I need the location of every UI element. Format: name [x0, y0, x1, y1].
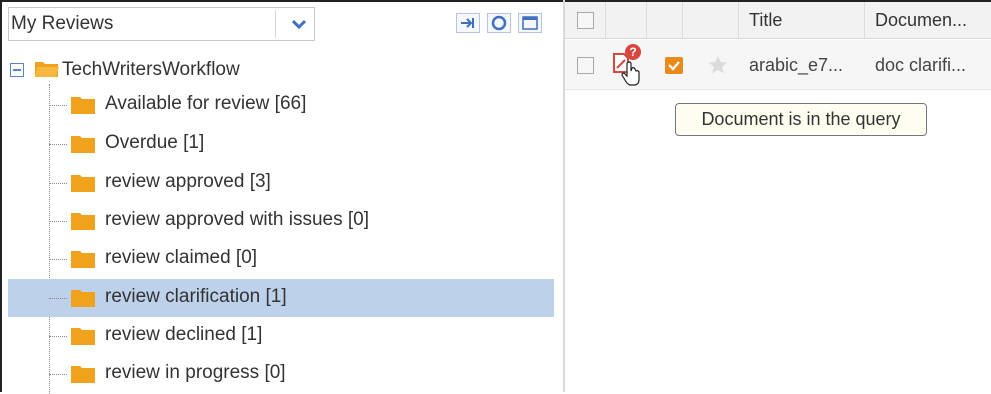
row-document: doc clarifi...: [875, 54, 967, 75]
left-panel: My Reviews TechWritersWorkflow Available…: [0, 0, 563, 394]
collapse-icon[interactable]: [10, 63, 24, 77]
folder-icon: [70, 249, 96, 274]
tree-item-review-declined[interactable]: review declined [1]: [8, 317, 554, 355]
tree-item-review-clarification[interactable]: review clarification [1]: [8, 279, 554, 317]
select-all-cell: [565, 2, 606, 39]
task-icon[interactable]: [663, 40, 693, 90]
header-icon-col-2: [647, 2, 683, 39]
folder-icon: [70, 134, 96, 159]
folder-icon: [70, 173, 96, 198]
tree-item-review-approved[interactable]: review approved [3]: [8, 164, 554, 202]
select-all-checkbox[interactable]: [576, 12, 594, 29]
table-row[interactable]: ? arabic_e7... doc clarifi...: [565, 40, 991, 90]
tree-item-overdue[interactable]: Overdue [1]: [8, 125, 554, 163]
tree-item-label: review approved with issues [0]: [105, 209, 370, 230]
panel-toolbar: [454, 8, 544, 38]
row-checkbox[interactable]: [577, 56, 594, 74]
tooltip: Document is in the query: [675, 103, 927, 136]
view-select-value: My Reviews: [11, 13, 114, 34]
chevron-down-icon[interactable]: [284, 19, 314, 29]
row-select-cell: [565, 40, 606, 90]
tree-item-label: review declined [1]: [105, 324, 263, 345]
tree-item-label: review claimed [0]: [105, 247, 258, 268]
tree-item-label: review clarification [1]: [105, 286, 287, 307]
folder-icon: [70, 211, 96, 236]
tree-item-available-for-review[interactable]: Available for review [66]: [8, 86, 554, 124]
tree-item-label: Available for review [66]: [105, 93, 307, 114]
column-header-document-label: Documen...: [875, 10, 968, 30]
tree-root-label: TechWritersWorkflow: [62, 59, 240, 80]
svg-text:?: ?: [629, 45, 636, 59]
refresh-icon[interactable]: [485, 8, 513, 38]
row-document-cell: doc clarifi...: [875, 40, 991, 90]
view-select[interactable]: My Reviews: [8, 7, 315, 41]
column-header-document[interactable]: Documen...: [865, 2, 991, 39]
column-header-title[interactable]: Title: [739, 2, 865, 39]
view-select-separator: [275, 10, 276, 38]
tree-item-label: review in progress [0]: [105, 362, 286, 383]
grid-header: Title Documen...: [565, 2, 991, 39]
tree-item-review-in-progress[interactable]: review in progress [0]: [8, 355, 554, 393]
results-grid: Title Documen... ? arabic_e7... doc clar…: [565, 0, 991, 392]
tooltip-text: Document is in the query: [701, 109, 901, 129]
header-icon-col-3: [683, 2, 739, 39]
tree-root[interactable]: TechWritersWorkflow: [8, 50, 240, 90]
header-icon-col-1: [606, 2, 647, 39]
column-header-title-label: Title: [749, 10, 783, 30]
tree-item-review-claimed[interactable]: review claimed [0]: [8, 240, 554, 278]
folder-icon: [70, 364, 96, 389]
folder-open-icon: [34, 59, 60, 84]
star-icon[interactable]: [707, 40, 737, 90]
folder-icon: [70, 288, 96, 313]
folder-icon: [70, 95, 96, 120]
tree-item-review-approved-with-issues[interactable]: review approved with issues [0]: [8, 202, 554, 240]
folder-icon: [70, 326, 96, 351]
pdf-query-icon[interactable]: ?: [609, 40, 653, 90]
pin-icon[interactable]: [454, 8, 482, 38]
app-frame: My Reviews TechWritersWorkflow Available…: [0, 0, 991, 394]
row-title-cell: arabic_e7...: [749, 40, 865, 90]
row-title: arabic_e7...: [749, 54, 844, 75]
tree-item-label: Overdue [1]: [105, 132, 205, 153]
tree-item-label: review approved [3]: [105, 171, 271, 192]
window-icon[interactable]: [516, 8, 544, 38]
